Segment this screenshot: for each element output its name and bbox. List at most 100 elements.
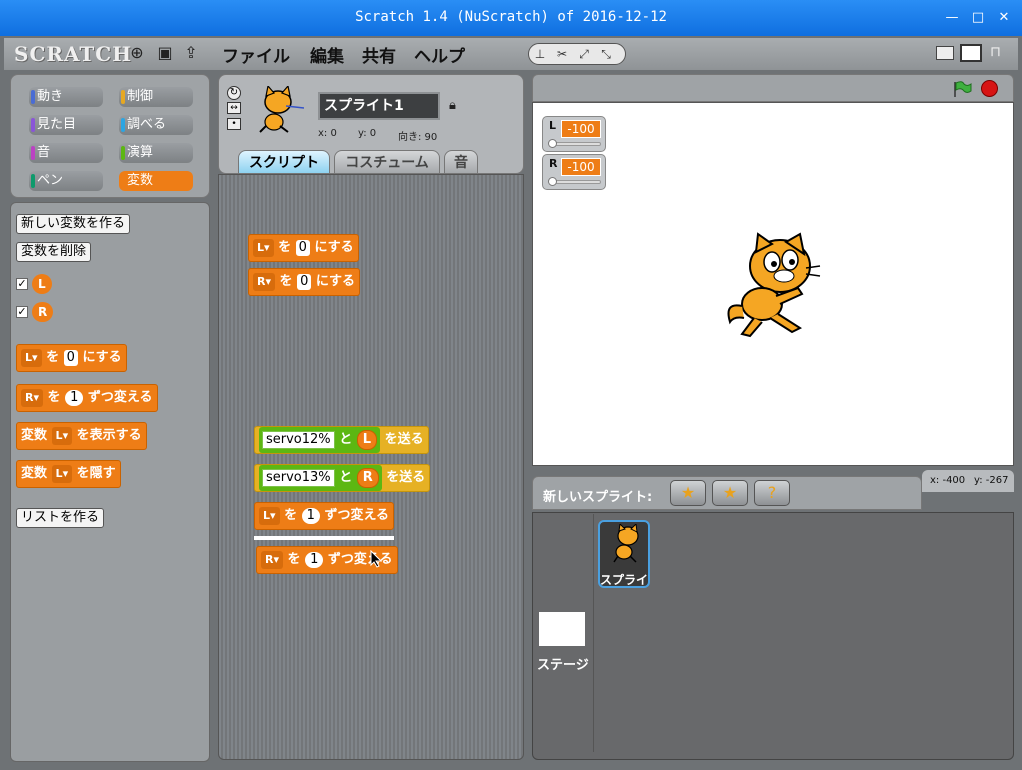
no-rotate-icon[interactable]: •	[227, 118, 241, 130]
value-input[interactable]: 1	[65, 389, 84, 406]
var-dropdown[interactable]: L▾	[51, 426, 73, 445]
script-change-l-block[interactable]: L▾ を 1 ずつ変える	[254, 502, 395, 530]
minimize-icon[interactable]: —	[944, 10, 960, 26]
var-r-reporter[interactable]: R	[32, 302, 54, 322]
slider-knob[interactable]	[548, 177, 557, 186]
script-send-servo13-block[interactable]: servo13% と R を送る	[254, 464, 431, 492]
menu-help[interactable]: ヘルプ	[414, 42, 465, 67]
category-motion[interactable]: 動き	[29, 87, 103, 107]
value-input[interactable]: 0	[63, 349, 78, 366]
monitor-r[interactable]: R -100	[542, 154, 606, 190]
category-control[interactable]: 制御	[119, 87, 193, 107]
folder-star-icon: ★	[722, 483, 738, 502]
var-dropdown[interactable]: R▾	[253, 272, 276, 291]
paint-sprite-button[interactable]: ★	[670, 480, 706, 506]
var-dropdown[interactable]: L▾	[253, 238, 274, 257]
category-operators[interactable]: 演算	[119, 143, 193, 163]
var-dropdown[interactable]: L▾	[259, 506, 280, 525]
sprite-y: y: 0	[358, 128, 377, 139]
value-input[interactable]: 1	[301, 507, 320, 524]
share-icon[interactable]: ⇪	[182, 44, 200, 62]
var-l-reporter[interactable]: L	[32, 274, 52, 294]
flip-style-icon[interactable]: ↔	[227, 102, 241, 114]
var-reporter[interactable]: R	[356, 467, 379, 488]
stage-header	[532, 74, 1014, 102]
green-flag-icon[interactable]	[952, 80, 972, 98]
category-looks[interactable]: 見た目	[29, 115, 103, 135]
menu-share[interactable]: 共有	[362, 42, 396, 67]
category-pen[interactable]: ペン	[29, 171, 103, 191]
value-input[interactable]: 0	[297, 273, 312, 290]
window-title: Scratch 1.4 (NuScratch) of 2016-12-12	[355, 9, 667, 25]
mouse-x: x: -400	[930, 475, 966, 486]
stage-thumbnail[interactable]	[539, 612, 585, 646]
monitor-slider[interactable]	[548, 139, 601, 148]
surprise-sprite-button[interactable]: ?	[754, 480, 790, 506]
sprite-name-input[interactable]: スプライト1	[318, 92, 440, 120]
value-input[interactable]: 0	[295, 239, 310, 256]
delete-variable-button[interactable]: 変数を削除	[16, 242, 92, 262]
category-sound[interactable]: 音	[29, 143, 103, 163]
lock-icon[interactable]: 🔒︎	[449, 98, 459, 113]
stage-cat-sprite[interactable]	[720, 232, 824, 340]
new-sprite-label: 新しいスプライト:	[543, 490, 653, 505]
category-variables[interactable]: 変数	[119, 171, 193, 191]
var-l-checkbox[interactable]: ✓	[16, 278, 28, 290]
var-dropdown[interactable]: R▾	[261, 550, 284, 569]
var-dropdown[interactable]: L▾	[21, 348, 42, 367]
scratch-logo: SCRATCH	[14, 42, 133, 66]
shrink-icon[interactable]: ⤡	[595, 44, 617, 64]
script-set-r-block[interactable]: R▾ を 0 にする	[248, 268, 361, 296]
sprite-thumb-cat-icon	[613, 524, 639, 563]
close-icon[interactable]: ✕	[996, 10, 1012, 26]
paint-star-icon: ★	[680, 483, 696, 502]
palette-hide-var-block[interactable]: 変数 L▾ を隠す	[16, 460, 121, 488]
category-panel: 動き 制御 見た目 調べる 音 演算 ペン 変数	[10, 74, 210, 198]
mouse-coords: x: -400 y: -267	[922, 470, 1014, 492]
sprite-x: x: 0	[318, 128, 337, 139]
monitor-slider[interactable]	[548, 177, 601, 186]
rotate-style-icon[interactable]: ↻	[227, 86, 241, 100]
sprite-label: スプライト1	[600, 573, 648, 587]
var-reporter[interactable]: L	[356, 429, 378, 450]
make-list-button[interactable]: リストを作る	[16, 508, 105, 528]
var-dropdown[interactable]: R▾	[21, 388, 44, 407]
tab-scripts[interactable]: スクリプト	[238, 150, 330, 174]
scissors-icon[interactable]: ✂	[551, 44, 573, 64]
menu-edit[interactable]: 編集	[310, 42, 344, 67]
category-sensing[interactable]: 調べる	[119, 115, 193, 135]
string-input[interactable]: servo12%	[262, 430, 335, 449]
sprite-direction: 向き: 90	[398, 132, 438, 143]
mouse-cursor-icon	[370, 550, 382, 568]
tab-costumes[interactable]: コスチューム	[334, 150, 440, 174]
mouse-y: y: -267	[974, 475, 1009, 486]
script-set-l-block[interactable]: L▾ を 0 にする	[248, 234, 359, 262]
value-input[interactable]: 1	[305, 551, 324, 568]
maximize-icon[interactable]: □	[970, 10, 986, 26]
palette-set-var-block[interactable]: L▾ を 0 にする	[16, 344, 127, 372]
save-icon[interactable]: ▣	[156, 44, 174, 62]
palette-show-var-block[interactable]: 変数 L▾ を表示する	[16, 422, 147, 450]
slider-knob[interactable]	[548, 139, 557, 148]
monitor-l[interactable]: L -100	[542, 116, 606, 152]
stamp-icon[interactable]: ⊥	[529, 44, 551, 64]
palette-change-var-block[interactable]: R▾ を 1 ずつ変える	[16, 384, 158, 412]
monitor-value: -100	[561, 120, 601, 138]
presentation-icon[interactable]: ⊓	[990, 44, 1006, 62]
globe-icon[interactable]: ⊕	[128, 44, 146, 62]
menu-file[interactable]: ファイル	[222, 42, 290, 67]
choose-sprite-button[interactable]: ★	[712, 480, 748, 506]
question-star-icon: ?	[767, 483, 777, 502]
sprite-cat-icon	[259, 86, 304, 133]
normal-stage-icon[interactable]	[960, 44, 982, 62]
small-stage-icon[interactable]	[936, 46, 954, 60]
stage-label: ステージ	[537, 658, 589, 673]
string-input[interactable]: servo13%	[262, 468, 335, 487]
tab-sounds[interactable]: 音	[444, 150, 478, 174]
grow-icon[interactable]: ⤢	[573, 44, 595, 64]
script-send-servo12-block[interactable]: servo12% と L を送る	[254, 426, 429, 454]
stop-icon[interactable]	[981, 80, 998, 97]
make-variable-button[interactable]: 新しい変数を作る	[16, 214, 131, 234]
var-dropdown[interactable]: L▾	[51, 464, 73, 483]
var-r-checkbox[interactable]: ✓	[16, 306, 28, 318]
